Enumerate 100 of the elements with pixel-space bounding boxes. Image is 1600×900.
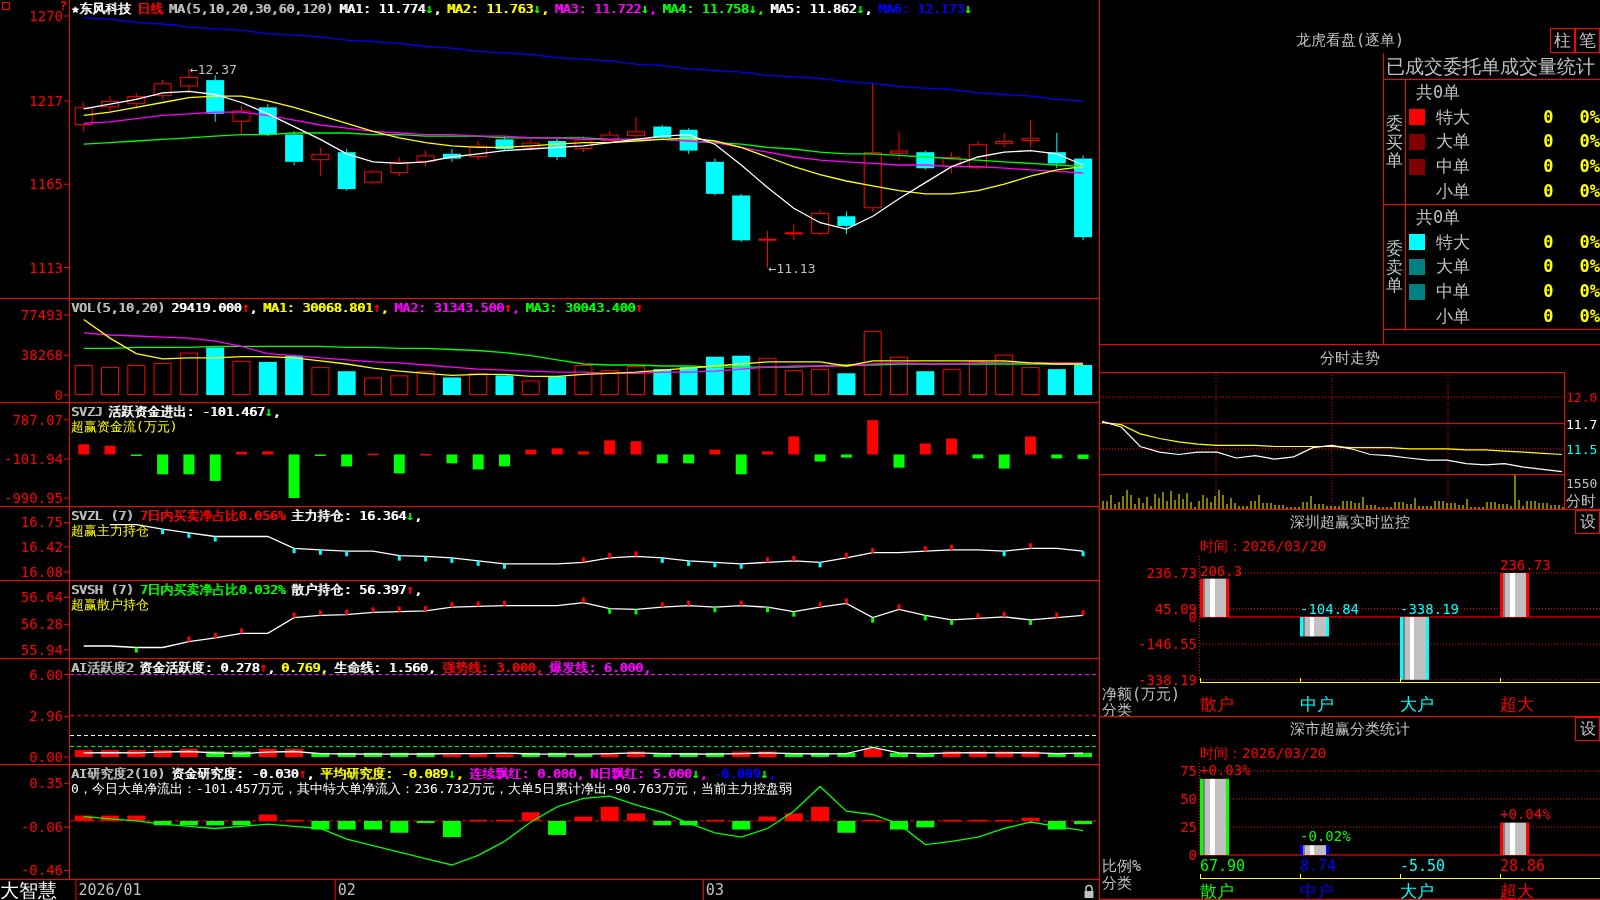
category-label: 超大: [1500, 694, 1534, 714]
table-title: 已成交委托单成交量统计: [1385, 56, 1595, 76]
axis-label: 11.7: [1566, 416, 1598, 432]
order-count: 0: [1543, 108, 1554, 126]
panel-title: 深市超赢分类统计: [1289, 719, 1411, 740]
axis-label: 50: [1180, 790, 1197, 807]
indicator-caption: 超赢主力持仓: [71, 523, 149, 538]
category-label: 中户: [1300, 881, 1334, 899]
indicator-text: MA3: 11.722↓,: [554, 1, 657, 16]
category-label: 散户: [1200, 881, 1234, 899]
value-label: 67.90: [1200, 857, 1246, 875]
indicator-text: N日飘红: 5.000↓,: [590, 766, 708, 781]
indicator-text: 散户持仓: 56.397↑,: [291, 582, 422, 597]
order-total: 共0单: [1416, 208, 1461, 226]
panel-title: 深圳超赢实时监控: [1289, 512, 1411, 533]
indicator-text: 爆发线: 6.000,: [549, 660, 651, 675]
order-percent: 0%: [1579, 183, 1600, 201]
category-label: 散户: [1200, 694, 1234, 714]
order-count: 0: [1543, 158, 1554, 176]
indicator-text: AI活跃度2: [71, 660, 134, 675]
change-label: +0.03%: [1200, 763, 1251, 778]
axis-title: 比例%: [1102, 857, 1142, 875]
fund-flow-message: 0，今日大单净流出：-101.457万元，其中特大单净流入：236.732万元，大单5日累计净出-90.763万元，当前主力控盘弱: [71, 781, 792, 796]
indicator-text: 7日内买卖净占比0.056%: [139, 508, 286, 523]
order-percent: 0%: [1579, 233, 1600, 251]
indicator-text: 生命线: 1.560,: [333, 660, 436, 675]
axis-label: 1550: [1566, 476, 1598, 491]
order-count: 0: [1543, 283, 1554, 301]
indicator-text: MA2: 11.763↓,: [446, 1, 549, 16]
indicator-text: 活跃资金进出: -101.467↓,: [108, 404, 281, 419]
indicator-caption: 超赢资金流(万元): [71, 419, 178, 434]
axis-label: 1217: [29, 92, 63, 109]
indicator-text: 29419.000↑,: [170, 300, 258, 315]
indicator-text: MA2: 31343.500↑,: [394, 300, 520, 315]
axis-label: 16.75: [20, 514, 63, 531]
order-size-label: 小单: [1436, 183, 1470, 201]
panel-title: 龙虎看盘(逐单): [1294, 30, 1406, 51]
axis-label: 1270: [29, 8, 63, 24]
axis-title: 净额(万元): [1102, 685, 1181, 703]
indicator-text: MA6: 12.173↓: [877, 1, 972, 16]
axis-label: 56.28: [20, 616, 63, 633]
axis-label: -990.95: [4, 490, 63, 506]
axis-label: 55.94: [20, 641, 63, 658]
axis-label: -338.19: [1138, 671, 1197, 688]
order-percent: 0%: [1579, 283, 1600, 301]
axis-label: 75: [1180, 763, 1197, 779]
axis-label: -0.46: [20, 862, 63, 879]
axis-label: 787.07: [12, 411, 63, 428]
axis-label: 25: [1180, 818, 1197, 835]
order-size-label: 特大: [1436, 233, 1470, 251]
axis-label: -146.55: [1138, 636, 1197, 653]
indicator-text: MA4: 11.758↓,: [662, 1, 765, 16]
axis-label: 16.42: [20, 538, 63, 555]
value-label: -104.84: [1300, 600, 1359, 617]
axis-label: 11.5: [1566, 441, 1598, 457]
indicator-text: 日线: [136, 1, 163, 16]
axis-label: 1165: [29, 176, 63, 193]
indicator-text: MA(5,10,20,30,60,120): [168, 1, 334, 16]
timestamp: 时间：2026/03/20: [1200, 539, 1327, 553]
group-label: 委买单: [1386, 113, 1403, 171]
category-label: 中户: [1300, 694, 1334, 714]
high-price-label: ←12.37: [189, 61, 237, 77]
indicator-text: MA5: 11.862↓,: [770, 1, 872, 16]
value-label: 206.3: [1200, 562, 1243, 579]
order-percent: 0%: [1579, 158, 1600, 176]
value-label: -5.50: [1400, 857, 1446, 875]
indicator-text: MA1: 11.774↓,: [339, 1, 441, 16]
axis-label: 0: [1188, 847, 1197, 863]
order-count: 0: [1543, 308, 1554, 326]
order-count: 0: [1543, 133, 1554, 151]
indicator-text: ★东风科技: [71, 1, 131, 16]
timestamp: 时间：2026/03/20: [1200, 746, 1327, 760]
indicator-text: 资金研究度: -0.030↑,: [170, 766, 315, 781]
order-size-label: 中单: [1436, 283, 1470, 301]
axis-label: 38268: [20, 347, 63, 364]
value-label: -338.19: [1400, 600, 1459, 617]
order-count: 0: [1543, 233, 1554, 251]
axis-label: 236.73: [1146, 564, 1197, 581]
order-percent: 0%: [1579, 133, 1600, 151]
axis-label: 77493: [20, 306, 63, 323]
indicator-text: 主力持仓: 16.364↓,: [291, 508, 422, 523]
indicator-text: SVZJ: [71, 404, 103, 419]
order-total: 共0单: [1416, 83, 1461, 101]
change-label: +0.04%: [1500, 805, 1551, 822]
low-price-label: ←11.13: [768, 260, 816, 276]
indicator-text: SVSH (7): [71, 582, 134, 597]
indicator-text: 平均研究度: -0.089↓,: [320, 766, 464, 781]
indicator-text: 强势线: 3.000,: [441, 660, 544, 675]
change-label: -0.02%: [1300, 828, 1351, 845]
order-count: 0: [1543, 258, 1554, 276]
axis-title: 分类: [1102, 874, 1132, 892]
order-size-label: 小单: [1436, 308, 1470, 326]
category-label: 大户: [1400, 694, 1434, 714]
axis-label: 16.08: [20, 563, 63, 580]
order-size-label: 特大: [1436, 108, 1470, 126]
brand-label: 大智慧: [0, 880, 58, 900]
category-label: 超大: [1500, 881, 1534, 899]
axis-label: 0: [54, 387, 63, 402]
value-label: 28.86: [1500, 857, 1546, 875]
order-percent: 0%: [1579, 108, 1600, 126]
